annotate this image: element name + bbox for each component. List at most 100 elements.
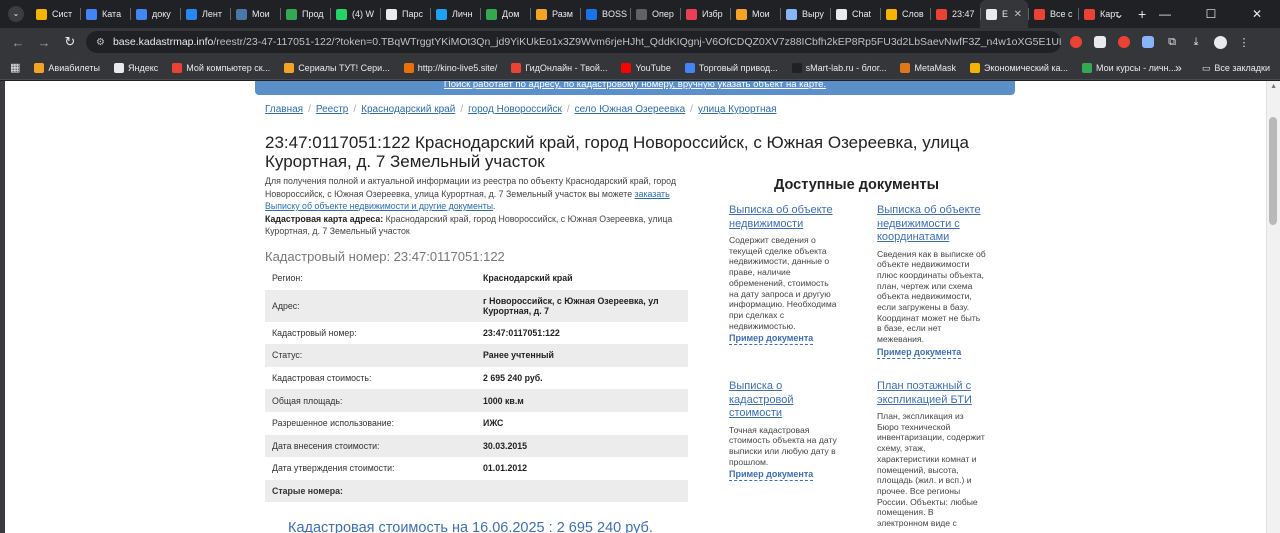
tab-title: (4) W — [352, 9, 374, 19]
bookmark-item[interactable]: Торговый привод... — [684, 62, 778, 73]
browser-tab[interactable]: Разм — [530, 0, 580, 28]
minimize-button[interactable]: — — [1142, 0, 1188, 28]
bookmark-favicon-icon — [621, 62, 632, 73]
browser-tab[interactable]: Личн — [430, 0, 480, 28]
bookmark-item[interactable]: YouTube — [621, 62, 671, 73]
url-host: base.kadastrmap.info — [112, 36, 214, 48]
bookmark-item[interactable]: Авиабилеты — [34, 62, 100, 73]
bookmark-item[interactable]: sMart-lab.ru - блог... — [791, 62, 886, 73]
breadcrumb-link[interactable]: Главная — [265, 104, 303, 115]
page-scrollbar[interactable]: ▲ — [1266, 81, 1280, 533]
browser-tab[interactable]: Мои — [230, 0, 280, 28]
doc-extract-coords-desc: Сведения как в выписке об объекте недвиж… — [877, 248, 986, 345]
browser-tab[interactable]: Сист — [30, 0, 80, 28]
scroll-up-icon[interactable]: ▲ — [1270, 83, 1277, 90]
browser-tab[interactable]: Лент — [180, 0, 230, 28]
doc-extract-coords-example-link[interactable]: Пример документа — [877, 347, 962, 359]
tab-title: Е — [1002, 9, 1009, 19]
browser-tab[interactable]: Парс — [380, 0, 430, 28]
extension-icon-3[interactable] — [1115, 33, 1133, 51]
breadcrumb-separator: / — [566, 104, 570, 115]
browser-menu-icon[interactable]: ⋮ — [1235, 33, 1253, 51]
bookmark-label: Мой компьютер ск... — [186, 62, 271, 73]
breadcrumb-link[interactable]: город Новороссийск — [468, 104, 562, 115]
tab-title: Выру — [802, 9, 824, 19]
browser-tab[interactable]: Опер — [630, 0, 680, 28]
tab-title: Ката — [102, 9, 122, 19]
browser-tab[interactable]: Выру — [780, 0, 830, 28]
browser-tab[interactable]: 23:47 — [930, 0, 980, 28]
browser-tab[interactable]: (4) W — [330, 0, 380, 28]
site-info-icon[interactable]: ⚙ — [96, 37, 105, 48]
browser-tab[interactable]: Мои — [730, 0, 780, 28]
download-icon[interactable]: ⤓ — [1187, 33, 1205, 51]
breadcrumb-link[interactable]: Краснодарский край — [361, 104, 455, 115]
tab-list-icon[interactable]: ⌄ — [1096, 0, 1142, 28]
tab-title: Парс — [402, 9, 423, 19]
maximize-button[interactable]: ☐ — [1188, 0, 1234, 28]
breadcrumb-link[interactable]: село Южная Озереевка — [575, 104, 686, 115]
tab-favicon-icon — [36, 8, 47, 20]
tab-close-icon[interactable]: ✕ — [1014, 9, 1022, 20]
scrollbar-thumb[interactable] — [1269, 117, 1277, 225]
breadcrumb-link[interactable]: улица Курортная — [698, 104, 777, 115]
profile-avatar[interactable] — [1211, 33, 1229, 51]
extensions-puzzle-icon[interactable]: ⧉ — [1163, 33, 1181, 51]
property-value: г Новороссийск, с Южная Озереевка, ул Ку… — [483, 295, 659, 316]
tab-favicon-icon — [436, 8, 447, 20]
breadcrumb-separator: / — [460, 104, 464, 115]
bookmark-item[interactable]: http://kino-live5.site/ — [403, 62, 497, 73]
tab-favicon-icon — [236, 8, 247, 20]
browser-tab[interactable]: доку — [130, 0, 180, 28]
bookmark-item[interactable]: Яндекс — [113, 62, 158, 73]
doc-extract-link[interactable]: Выписка об объекте недвижимости — [729, 204, 839, 231]
doc-extract-example-link[interactable]: Пример документа — [729, 333, 814, 346]
browser-tab[interactable]: Дом — [480, 0, 530, 28]
bookmark-favicon-icon — [403, 62, 414, 73]
tab-favicon-icon — [336, 8, 347, 20]
bookmark-item[interactable]: Сериалы ТУТ! Сери... — [284, 62, 390, 73]
breadcrumb-link[interactable]: Реестр — [316, 104, 349, 115]
doc-floor-plan-link[interactable]: План поэтажный с экспликацией БТИ — [877, 380, 987, 407]
page-title: 23:47:0117051:122 Краснодарский край, го… — [265, 133, 969, 171]
bookmark-item[interactable]: Мои курсы - личн... — [1082, 62, 1176, 73]
breadcrumb-separator: / — [690, 104, 693, 115]
property-label: Разрешенное использование: — [272, 418, 394, 429]
back-button[interactable]: ← — [8, 35, 28, 50]
extension-icon-2[interactable] — [1091, 33, 1109, 51]
bookmark-item[interactable]: Экономический ка... — [969, 62, 1068, 73]
address-bar[interactable]: ⚙ base.kadastrmap.info/reestr/23-47-1170… — [86, 31, 1061, 53]
tab-title: Прод — [302, 9, 324, 19]
all-bookmarks-folder[interactable]: ▭ Все закладки — [1202, 63, 1270, 74]
doc-cadastral-value-link[interactable]: Выписка о кадастровой стоимости — [729, 380, 839, 421]
browser-tab[interactable]: Избр — [680, 0, 730, 28]
extension-icon-1[interactable] — [1067, 33, 1085, 51]
browser-tab[interactable]: Прод — [280, 0, 330, 28]
bookmarks-more-button[interactable]: » — [1175, 61, 1182, 75]
doc-cadastral-value-example-link[interactable]: Пример документа — [729, 469, 814, 482]
tab-favicon-icon — [286, 8, 297, 20]
doc-extract-coords: Выписка об объекте недвижимости с коорди… — [877, 204, 987, 359]
apps-grid-icon[interactable]: ▦ — [10, 61, 20, 74]
doc-extract-coords-link[interactable]: Выписка об объекте недвижимости с коорди… — [877, 204, 987, 245]
tab-search-icon[interactable]: ⌄ — [8, 6, 24, 22]
tab-favicon-icon — [686, 8, 697, 20]
reload-button[interactable]: ↻ — [60, 34, 80, 50]
bookmark-item[interactable]: Мой компьютер ск... — [172, 62, 271, 73]
browser-tab[interactable]: BOSS — [580, 0, 630, 28]
intro-text: Для получения полной и актуальной информ… — [265, 176, 676, 236]
browser-tab[interactable]: Ката — [80, 0, 130, 28]
browser-tab[interactable]: Слов — [880, 0, 930, 28]
forward-button[interactable]: → — [34, 35, 54, 50]
bookmark-label: Авиабилеты — [48, 62, 100, 73]
search-banner[interactable]: Поиск работает по адресу, по кадастровом… — [255, 81, 1015, 95]
browser-tab[interactable]: Все с — [1028, 0, 1078, 28]
browser-tab[interactable]: Е ✕ — [980, 0, 1028, 28]
tab-title: BOSS — [602, 9, 628, 19]
extension-icon-4[interactable] — [1139, 33, 1157, 51]
bookmark-item[interactable]: ГидОнлайн - Твой... — [511, 62, 607, 73]
browser-tab[interactable]: Chat — [830, 0, 880, 28]
bookmark-item[interactable]: MetaMask — [900, 62, 956, 73]
close-window-button[interactable]: ✕ — [1234, 0, 1280, 28]
tab-title: Все с — [1050, 9, 1073, 19]
